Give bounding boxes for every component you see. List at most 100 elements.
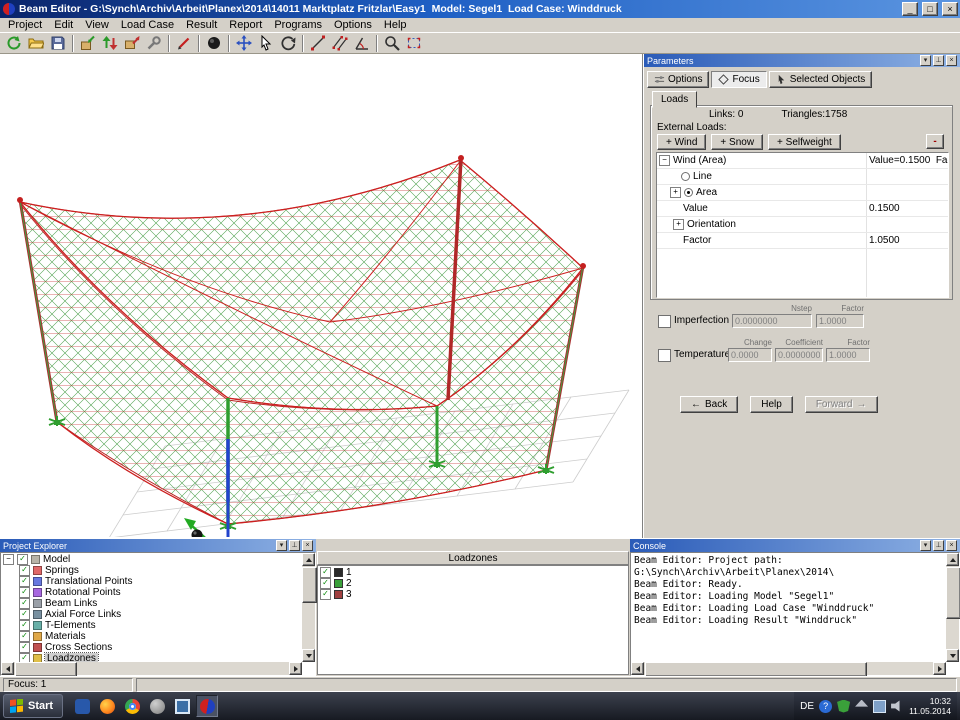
- imperfection-factor-field[interactable]: [816, 314, 864, 328]
- media-player-icon[interactable]: [71, 695, 93, 717]
- scroll-up-button[interactable]: [946, 553, 959, 566]
- temperature-checkbox[interactable]: [658, 349, 671, 362]
- select-button[interactable]: [255, 33, 277, 53]
- scroll-right-button[interactable]: [933, 662, 946, 675]
- add-selfweight-button[interactable]: + Selfweight: [768, 134, 841, 150]
- checkbox-icon[interactable]: ✓: [320, 589, 331, 600]
- menu-help[interactable]: Help: [378, 19, 413, 32]
- tab-selected-objects[interactable]: Selected Objects: [769, 71, 873, 88]
- scroll-right-button[interactable]: [289, 662, 302, 675]
- draw-button[interactable]: [173, 33, 195, 53]
- vertical-scrollbar[interactable]: [946, 553, 959, 662]
- collapse-icon[interactable]: −: [3, 554, 14, 565]
- checkbox-icon[interactable]: ✓: [19, 631, 30, 642]
- checkbox-icon[interactable]: ✓: [19, 642, 30, 653]
- grid-row-orientation[interactable]: + Orientation: [657, 217, 948, 233]
- fit-view-button[interactable]: [403, 33, 425, 53]
- tree-root-model[interactable]: − ✓ Model: [3, 554, 302, 565]
- scrollbar-thumb[interactable]: [302, 567, 317, 603]
- chrome-icon[interactable]: [121, 695, 143, 717]
- checkbox-icon[interactable]: ✓: [19, 598, 30, 609]
- tree-item-beam-links[interactable]: ✓Beam Links: [3, 598, 302, 609]
- checkbox-icon[interactable]: ✓: [19, 653, 30, 662]
- refresh-button[interactable]: [3, 33, 25, 53]
- panel-close-button[interactable]: ×: [946, 540, 957, 551]
- pin-icon[interactable]: ⊥: [289, 540, 300, 551]
- checkbox-icon[interactable]: ✓: [320, 567, 331, 578]
- pan-button[interactable]: [233, 33, 255, 53]
- tree-item-rotational-points[interactable]: ✓Rotational Points: [3, 587, 302, 598]
- tree-item-axial-force-links[interactable]: ✓Axial Force Links: [3, 609, 302, 620]
- scroll-down-button[interactable]: [946, 649, 959, 662]
- start-button[interactable]: Start: [3, 694, 63, 718]
- loadzone-item-3[interactable]: ✓3: [320, 589, 626, 600]
- panel-menu-button[interactable]: ▾: [276, 540, 287, 551]
- viewport-3d[interactable]: [0, 54, 643, 538]
- checkbox-icon[interactable]: ✓: [19, 576, 30, 587]
- checkbox-icon[interactable]: ✓: [19, 620, 30, 631]
- tree-item-t-elements[interactable]: ✓T-Elements: [3, 620, 302, 631]
- forward-button[interactable]: Forward →: [805, 396, 878, 413]
- language-indicator[interactable]: DE: [800, 701, 814, 712]
- console-output[interactable]: Beam Editor: Project path: G:\Synch\Arch…: [631, 553, 946, 662]
- loadzone-item-1[interactable]: ✓1: [320, 567, 626, 578]
- menu-programs[interactable]: Programs: [268, 19, 328, 32]
- grid-row-area[interactable]: + Area: [657, 185, 948, 201]
- tab-focus[interactable]: Focus: [711, 71, 766, 88]
- safely-remove-tray-icon[interactable]: [855, 700, 868, 713]
- tree-item-loadzones[interactable]: ✓Loadzones: [3, 653, 302, 662]
- checkbox-icon[interactable]: ✓: [320, 578, 331, 589]
- rotate-view-button[interactable]: [277, 33, 299, 53]
- expand-icon[interactable]: +: [673, 219, 684, 230]
- loadzone-item-2[interactable]: ✓2: [320, 578, 626, 589]
- collapse-icon[interactable]: −: [659, 155, 670, 166]
- export-button[interactable]: [121, 33, 143, 53]
- scroll-up-button[interactable]: [302, 553, 315, 566]
- scroll-down-button[interactable]: [302, 649, 315, 662]
- import-button[interactable]: [77, 33, 99, 53]
- expand-icon[interactable]: +: [670, 187, 681, 198]
- zoom-button[interactable]: [381, 33, 403, 53]
- checkbox-icon[interactable]: ✓: [19, 565, 30, 576]
- panel-menu-button[interactable]: ▾: [920, 55, 931, 66]
- firefox-icon[interactable]: [96, 695, 118, 717]
- vertical-scrollbar[interactable]: [302, 553, 315, 662]
- beam-editor-icon[interactable]: [196, 695, 218, 717]
- minimize-button[interactable]: _: [902, 2, 918, 16]
- back-button[interactable]: ← Back: [680, 396, 738, 413]
- horizontal-scrollbar[interactable]: [1, 662, 302, 675]
- panel-close-button[interactable]: ×: [302, 540, 313, 551]
- scrollbar-thumb[interactable]: [645, 662, 867, 677]
- maximize-button[interactable]: □: [922, 2, 938, 16]
- temperature-factor-field[interactable]: [826, 348, 870, 362]
- volume-tray-icon[interactable]: [891, 700, 904, 713]
- imperfection-nstep-field[interactable]: [732, 314, 812, 328]
- tree-item-translational-points[interactable]: ✓Translational Points: [3, 576, 302, 587]
- link-tool-button[interactable]: [329, 33, 351, 53]
- imperfection-checkbox[interactable]: [658, 315, 671, 328]
- menu-result[interactable]: Result: [180, 19, 223, 32]
- tab-options[interactable]: Options: [647, 71, 709, 88]
- menu-edit[interactable]: Edit: [48, 19, 79, 32]
- add-snow-button[interactable]: + Snow: [711, 134, 763, 150]
- open-project-button[interactable]: [25, 33, 47, 53]
- pin-icon[interactable]: ⊥: [933, 540, 944, 551]
- scroll-left-button[interactable]: [631, 662, 644, 675]
- tree-item-springs[interactable]: ✓Springs: [3, 565, 302, 576]
- render-sphere-button[interactable]: [203, 33, 225, 53]
- radio-off-icon[interactable]: [681, 172, 690, 181]
- temperature-coefficient-field[interactable]: [775, 348, 823, 362]
- pin-icon[interactable]: ⊥: [933, 55, 944, 66]
- reload-model-button[interactable]: [99, 33, 121, 53]
- temperature-change-field[interactable]: [728, 348, 772, 362]
- checkbox-icon[interactable]: ✓: [17, 554, 28, 565]
- menu-view[interactable]: View: [79, 19, 115, 32]
- scrollbar-thumb[interactable]: [15, 662, 77, 677]
- clock[interactable]: 10:32 11.05.2014: [909, 696, 951, 716]
- angle-tool-button[interactable]: [351, 33, 373, 53]
- tree-item-cross-sections[interactable]: ✓Cross Sections: [3, 642, 302, 653]
- gimp-icon[interactable]: [146, 695, 168, 717]
- grid-row-wind-area[interactable]: − Wind (Area) Value=0.1500 Factor=1.0500: [657, 153, 948, 169]
- save-button[interactable]: [47, 33, 69, 53]
- grid-row-factor[interactable]: Factor 1.0500: [657, 233, 948, 249]
